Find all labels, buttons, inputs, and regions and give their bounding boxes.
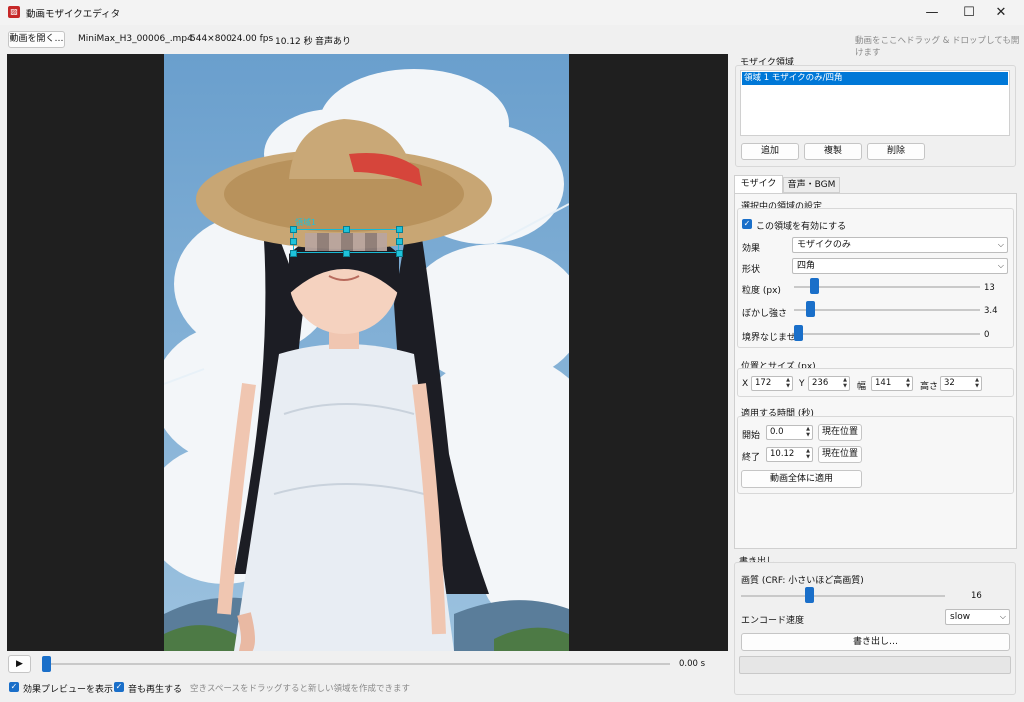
set-start-current-button[interactable]: 現在位置	[818, 424, 862, 441]
chevron-down-icon: ⌵	[997, 240, 1004, 249]
chevron-down-icon: ⌵	[999, 612, 1006, 621]
blur-label: ぼかし強さ	[742, 309, 788, 319]
start-spinbox[interactable]: 0.0 ▲ ▼	[766, 425, 813, 440]
blur-slider-thumb[interactable]	[806, 301, 815, 317]
feather-slider-track[interactable]	[794, 333, 980, 335]
speed-label: エンコード速度	[741, 616, 805, 626]
shape-value: 四角	[797, 261, 816, 271]
resize-handle-bottom[interactable]	[343, 250, 350, 257]
tab-audio-bgm[interactable]: 音声・BGM	[783, 177, 840, 193]
height-label: 高さ	[920, 382, 939, 392]
spin-arrows-icon: ▲ ▼	[906, 377, 910, 389]
x-label: X	[742, 379, 749, 389]
drop-hint: 動画をここへドラッグ & ドロップしても開けます	[855, 36, 1020, 58]
video-fps: 24.00 fps	[231, 34, 274, 44]
resize-handle-top-right[interactable]	[396, 226, 403, 233]
add-region-button[interactable]: 追加	[741, 143, 799, 160]
spin-arrows-icon: ▲ ▼	[806, 426, 810, 438]
quality-slider-thumb[interactable]	[805, 587, 814, 603]
tab-mosaic[interactable]: モザイク	[734, 175, 783, 193]
width-spinbox[interactable]: 141 ▲ ▼	[871, 376, 913, 391]
effect-value: モザイクのみ	[797, 240, 851, 250]
quality-slider-track[interactable]	[741, 595, 945, 597]
y-label: Y	[799, 379, 805, 389]
duplicate-region-button[interactable]: 複製	[804, 143, 862, 160]
y-value: 236	[812, 378, 829, 388]
delete-region-button[interactable]: 削除	[867, 143, 925, 160]
current-time: 0.00 s	[679, 659, 706, 669]
spin-arrows-icon: ▲ ▼	[843, 377, 847, 389]
video-duration: 10.12 秒	[275, 37, 313, 47]
effect-label: 効果	[742, 244, 761, 254]
resize-handle-bottom-right[interactable]	[396, 250, 403, 257]
height-value: 32	[944, 378, 955, 388]
start-label: 開始	[742, 431, 761, 441]
y-spinbox[interactable]: 236 ▲ ▼	[808, 376, 850, 391]
region-list-item[interactable]: 領域 1 モザイクのみ/四角	[742, 72, 1008, 85]
effect-select[interactable]: モザイクのみ ⌵	[792, 237, 1008, 253]
end-spinbox[interactable]: 10.12 ▲ ▼	[766, 447, 813, 462]
end-label: 終了	[742, 453, 761, 463]
enable-region-checkbox[interactable]: ✓	[742, 219, 752, 229]
export-progress-bar	[739, 656, 1011, 674]
open-video-button[interactable]: 動画を開く…	[8, 31, 65, 48]
blur-value: 3.4	[984, 306, 998, 316]
chevron-down-icon: ⌵	[997, 261, 1004, 270]
selection-box[interactable]: 領域1	[290, 218, 403, 257]
height-spinbox[interactable]: 32 ▲ ▼	[940, 376, 982, 391]
file-name: MiniMax_H3_00006_.mp4	[78, 34, 193, 44]
feather-slider-thumb[interactable]	[794, 325, 803, 341]
shape-select[interactable]: 四角 ⌵	[792, 258, 1008, 274]
play-audio-label: 音も再生する	[128, 685, 183, 695]
audio-status: 音声あり	[315, 37, 352, 47]
x-spinbox[interactable]: 172 ▲ ▼	[751, 376, 793, 391]
close-button[interactable]: ✕	[978, 0, 1024, 25]
title-bar	[0, 0, 1024, 25]
quality-label: 画質 (CRF: 小さいほど高画質)	[741, 576, 864, 586]
granularity-slider-track[interactable]	[794, 286, 980, 288]
spin-arrows-icon: ▲ ▼	[806, 448, 810, 460]
resize-handle-bottom-left[interactable]	[290, 250, 297, 257]
width-label: 幅	[857, 382, 867, 392]
app-icon: ▨	[8, 6, 20, 18]
start-value: 0.0	[770, 427, 784, 437]
show-effect-checkbox[interactable]: ✓	[9, 682, 19, 692]
frame-image	[164, 54, 569, 651]
play-button[interactable]: ▶	[8, 655, 31, 673]
export-button[interactable]: 書き出し…	[741, 633, 1010, 651]
selection-label: 領域1	[295, 218, 317, 227]
seek-thumb[interactable]	[42, 656, 51, 672]
resize-handle-left[interactable]	[290, 238, 297, 245]
apply-whole-video-button[interactable]: 動画全体に適用	[741, 470, 862, 488]
video-frame[interactable]	[164, 54, 569, 651]
seek-track[interactable]	[42, 663, 670, 665]
x-value: 172	[755, 378, 772, 388]
resize-handle-top[interactable]	[343, 226, 350, 233]
feather-label: 境界なじませ	[742, 333, 796, 343]
spin-arrows-icon: ▲ ▼	[975, 377, 979, 389]
feather-value: 0	[984, 330, 990, 340]
spin-arrows-icon: ▲ ▼	[786, 377, 790, 389]
enable-region-label: この領域を有効にする	[756, 222, 847, 232]
window-title: 動画モザイクエディタ	[26, 9, 121, 20]
video-resolution: 544×800	[190, 34, 232, 44]
set-end-current-button[interactable]: 現在位置	[818, 446, 862, 463]
show-effect-label: 効果プレビューを表示	[23, 685, 114, 695]
play-audio-checkbox[interactable]: ✓	[114, 682, 124, 692]
play-icon: ▶	[16, 659, 23, 669]
speed-select[interactable]: slow ⌵	[945, 609, 1010, 625]
quality-value: 16	[971, 591, 982, 601]
mosaic-preview	[305, 233, 387, 251]
create-region-hint: 空きスペースをドラッグすると新しい領域を作成できます	[190, 684, 410, 694]
blur-slider-track[interactable]	[794, 309, 980, 311]
shape-label: 形状	[742, 265, 761, 275]
end-value: 10.12	[770, 449, 795, 459]
granularity-slider-thumb[interactable]	[810, 278, 819, 294]
granularity-value: 13	[984, 283, 995, 293]
regions-list[interactable]: 領域 1 モザイクのみ/四角	[740, 70, 1010, 136]
granularity-label: 粒度 (px)	[742, 286, 781, 296]
speed-value: slow	[950, 612, 971, 622]
width-value: 141	[875, 378, 892, 388]
resize-handle-right[interactable]	[396, 238, 403, 245]
